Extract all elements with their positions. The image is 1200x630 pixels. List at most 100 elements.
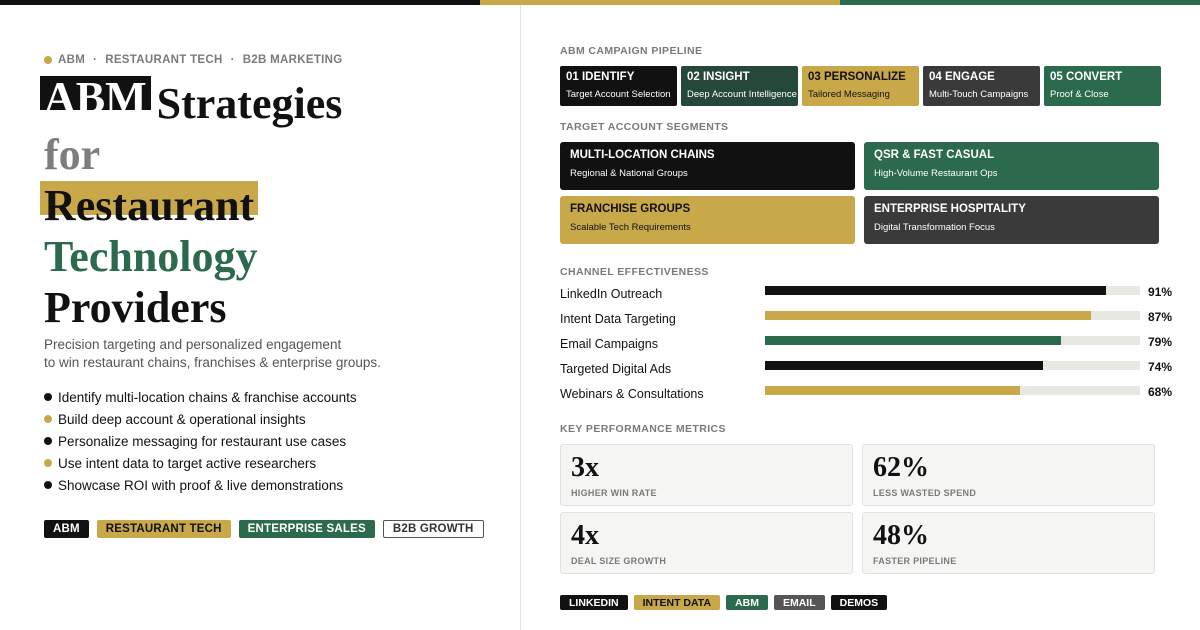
- channel-percent: 68%: [1148, 385, 1173, 399]
- pipeline-step-personalize: 03 PERSONALIZE Tailored Messaging: [802, 66, 919, 106]
- subtitle-line: Precision targeting and personalized eng…: [44, 337, 342, 352]
- list-item: Personalize messaging for restaurant use…: [44, 430, 357, 452]
- step-subtitle: Deep Account Intelligence: [687, 89, 797, 100]
- channel-bar-fill: [765, 336, 1062, 345]
- channel-row: Targeted Digital Ads 74%: [560, 358, 1175, 383]
- segment-title: QSR & FAST CASUAL: [874, 149, 995, 161]
- metric-value: 3x: [571, 452, 599, 483]
- campaign-pipeline: 01 IDENTIFY Target Account Selection 02 …: [560, 66, 1161, 106]
- segment-subtitle: Digital Transformation Focus: [874, 222, 995, 233]
- tag-enterprise-sales: ENTERPRISE SALES: [238, 520, 375, 538]
- target-segments: MULTI-LOCATION CHAINS Regional & Nationa…: [560, 142, 1159, 244]
- channel-name: Intent Data Targeting: [560, 312, 676, 326]
- bullet-text: Use intent data to target active researc…: [58, 455, 317, 471]
- metric-value: 4x: [571, 520, 599, 551]
- title-restaurant: Restaurant: [40, 181, 259, 230]
- subtitle: Precision targeting and personalized eng…: [44, 336, 381, 372]
- channel-bar-track: [765, 311, 1140, 320]
- bullet-dot-icon: [44, 415, 52, 423]
- bullet-dot-icon: [44, 393, 52, 401]
- pipeline-step-identify: 01 IDENTIFY Target Account Selection: [560, 66, 677, 106]
- eyebrow-item: ABM: [58, 54, 86, 66]
- metric-label: DEAL SIZE GROWTH: [571, 556, 667, 566]
- step-title: 03 PERSONALIZE: [808, 71, 906, 83]
- step-subtitle: Multi-Touch Campaigns: [929, 89, 1029, 100]
- bullet-dot-icon: [44, 481, 52, 489]
- channel-row: Email Campaigns 79%: [560, 333, 1175, 358]
- channel-percent: 91%: [1148, 285, 1173, 299]
- tag-demos: DEMOS: [830, 595, 888, 610]
- step-title: 01 IDENTIFY: [566, 71, 635, 83]
- bullet-text: Personalize messaging for restaurant use…: [58, 433, 347, 449]
- channel-name: Targeted Digital Ads: [560, 362, 672, 376]
- tag-abm-right: ABM: [726, 595, 768, 610]
- channel-bar-track: [765, 336, 1140, 345]
- channel-bar-track: [765, 386, 1140, 395]
- step-subtitle: Tailored Messaging: [808, 89, 890, 100]
- segment-franchise: FRANCHISE GROUPS Scalable Tech Requireme…: [560, 196, 855, 244]
- section-label-metrics: KEY PERFORMANCE METRICS: [560, 423, 726, 435]
- channel-effectiveness: LinkedIn Outreach 91% Intent Data Target…: [560, 283, 1175, 408]
- title-technology: Technology: [44, 232, 258, 281]
- pipeline-step-engage: 04 ENGAGE Multi-Touch Campaigns: [923, 66, 1040, 106]
- segment-subtitle: Regional & National Groups: [570, 168, 688, 179]
- bullet-text: Identify multi-location chains & franchi…: [58, 389, 357, 405]
- tag-abm: ABM: [44, 520, 89, 538]
- channel-percent: 79%: [1148, 335, 1173, 349]
- list-item: Build deep account & operational insight…: [44, 408, 357, 430]
- metric-card: 62% LESS WASTED SPEND: [862, 444, 1155, 506]
- channel-bar-track: [765, 286, 1140, 295]
- channel-bar-fill: [765, 311, 1092, 320]
- pipeline-step-convert: 05 CONVERT Proof & Close: [1044, 66, 1161, 106]
- channel-name: LinkedIn Outreach: [560, 287, 663, 301]
- channel-bar-fill: [765, 361, 1043, 370]
- eyebrow-item: RESTAURANT TECH: [105, 54, 223, 66]
- channel-row: LinkedIn Outreach 91%: [560, 283, 1175, 308]
- segment-title: ENTERPRISE HOSPITALITY: [874, 203, 1026, 215]
- top-accent-gold: [480, 0, 840, 5]
- section-label-pipeline: ABM CAMPAIGN PIPELINE: [560, 45, 703, 57]
- channel-name: Email Campaigns: [560, 337, 658, 351]
- channel-name: Webinars & Consultations: [560, 387, 704, 401]
- section-label-channels: CHANNEL EFFECTIVENESS: [560, 266, 709, 278]
- step-title: 05 CONVERT: [1050, 71, 1123, 83]
- title-abm: ABM: [40, 76, 151, 110]
- bullet-text: Showcase ROI with proof & live demonstra…: [58, 477, 344, 493]
- tag-row-left: ABM RESTAURANT TECH ENTERPRISE SALES B2B…: [44, 520, 484, 538]
- segment-enterprise: ENTERPRISE HOSPITALITY Digital Transform…: [864, 196, 1159, 244]
- eyebrow-separator: ·: [230, 54, 235, 66]
- channel-bar-fill: [765, 386, 1020, 395]
- tag-intent-data: INTENT DATA: [633, 595, 721, 610]
- channel-bar-fill: [765, 286, 1107, 295]
- step-subtitle: Target Account Selection: [566, 89, 671, 100]
- subtitle-line: to win restaurant chains, franchises & e…: [44, 355, 381, 370]
- section-label-segments: TARGET ACCOUNT SEGMENTS: [560, 121, 729, 133]
- channel-row: Webinars & Consultations 68%: [560, 383, 1175, 408]
- title-strategies: Strategies: [156, 79, 343, 128]
- metric-card: 4x DEAL SIZE GROWTH: [560, 512, 853, 574]
- top-accent-black: [0, 0, 480, 5]
- tag-linkedin: LINKEDIN: [560, 595, 628, 610]
- channel-percent: 74%: [1148, 360, 1173, 374]
- step-subtitle: Proof & Close: [1050, 89, 1109, 100]
- page-title: ABM Strategies for Restaurant Technology …: [40, 76, 342, 333]
- metric-value: 48%: [873, 520, 929, 551]
- segment-title: FRANCHISE GROUPS: [570, 203, 691, 215]
- tag-email: EMAIL: [773, 595, 825, 610]
- eyebrow: ABM · RESTAURANT TECH · B2B MARKETING: [44, 54, 343, 66]
- performance-metrics: 3x HIGHER WIN RATE 62% LESS WASTED SPEND…: [560, 444, 1155, 574]
- segment-qsr: QSR & FAST CASUAL High-Volume Restaurant…: [864, 142, 1159, 190]
- segment-subtitle: High-Volume Restaurant Ops: [874, 168, 998, 179]
- bullet-dot-icon: [44, 437, 52, 445]
- metric-label: HIGHER WIN RATE: [571, 488, 657, 498]
- list-item: Identify multi-location chains & franchi…: [44, 386, 357, 408]
- step-title: 04 ENGAGE: [929, 71, 995, 83]
- column-divider: [520, 5, 521, 630]
- metric-label: LESS WASTED SPEND: [873, 488, 977, 498]
- eyebrow-separator: ·: [93, 54, 98, 66]
- channel-percent: 87%: [1148, 310, 1173, 324]
- bullet-list: Identify multi-location chains & franchi…: [44, 386, 357, 496]
- list-item: Use intent data to target active researc…: [44, 452, 357, 474]
- title-for: for: [44, 130, 101, 179]
- list-item: Showcase ROI with proof & live demonstra…: [44, 474, 357, 496]
